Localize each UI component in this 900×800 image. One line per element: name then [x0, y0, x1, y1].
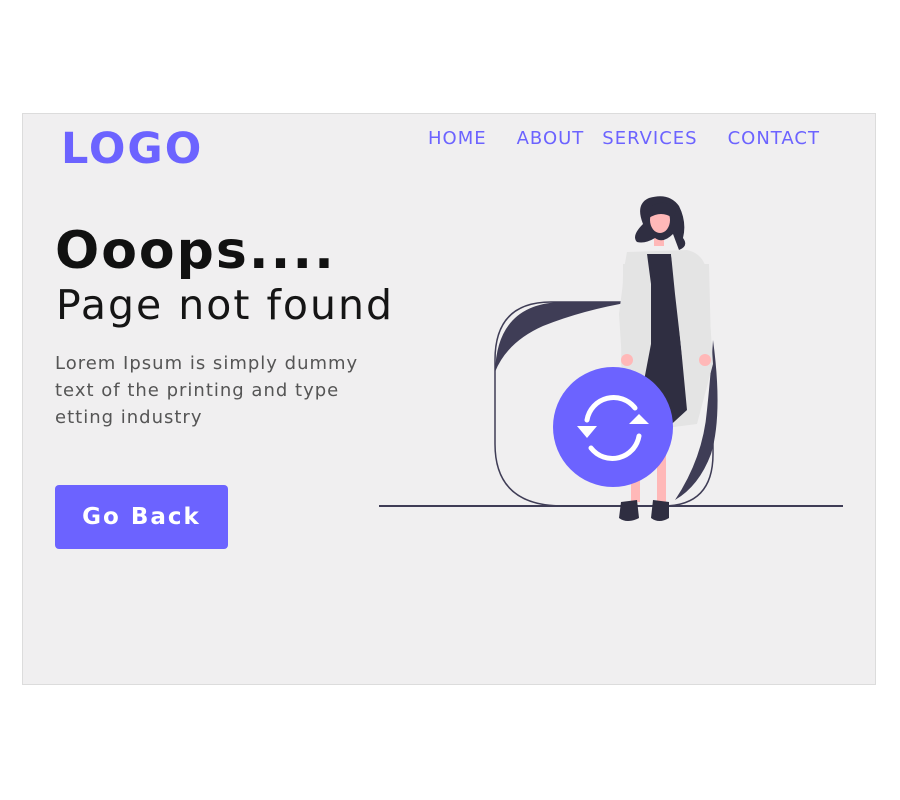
nav-contact-link[interactable]: CONTACT — [728, 128, 820, 150]
error-description: Lorem Ipsum is simply dummy text of the … — [55, 353, 359, 428]
nav-services-link[interactable]: SERVICES — [602, 128, 697, 150]
error-subheadline: Page not found — [56, 281, 394, 329]
refresh-button[interactable] — [553, 367, 673, 487]
nav-about-link[interactable]: ABOUT — [517, 128, 585, 150]
nav-home-link[interactable]: HOME — [428, 128, 487, 150]
go-back-button[interactable]: Go Back — [55, 485, 228, 549]
main-nav: HOME ABOUT SERVICES CONTACT — [428, 128, 820, 150]
frame-dark-right — [675, 340, 718, 500]
logo[interactable]: LOGO — [61, 124, 203, 176]
frame-dark-top — [495, 302, 631, 372]
error-headline: Ooops.... — [55, 221, 336, 281]
page-card: LOGO HOME ABOUT SERVICES CONTACT Ooops..… — [22, 113, 876, 685]
